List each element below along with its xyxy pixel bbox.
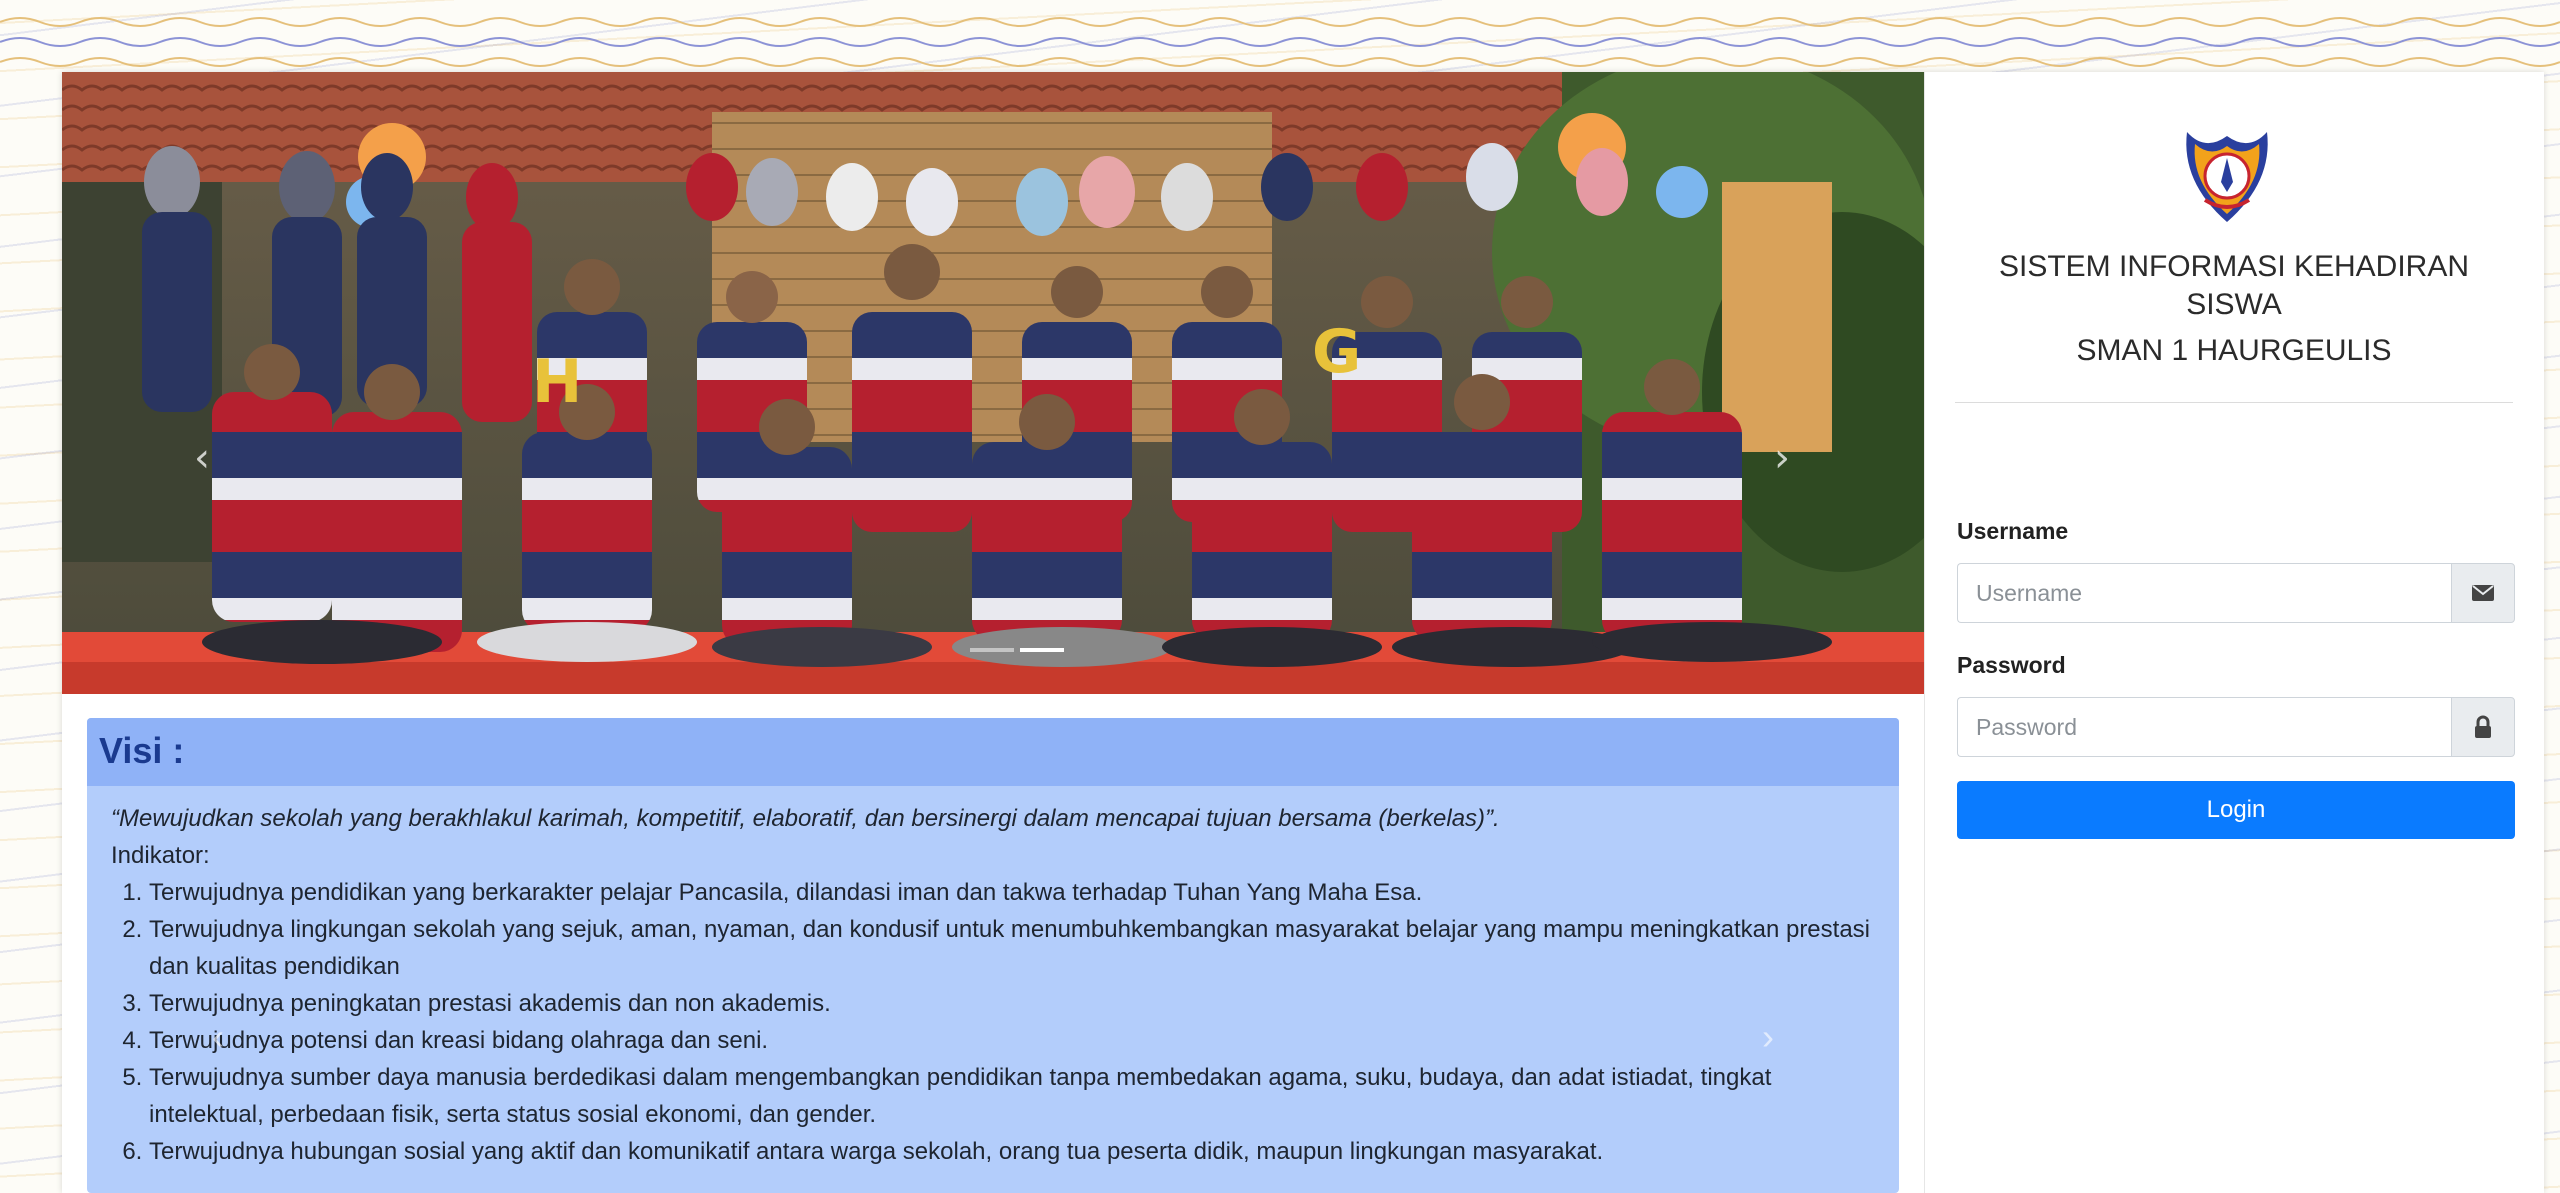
lock-icon: [2451, 697, 2515, 757]
list-item: Terwujudnya hubungan sosial yang aktif d…: [149, 1133, 1875, 1170]
carousel-indicator-active[interactable]: [1020, 648, 1064, 652]
visi-title: Visi :: [87, 718, 1899, 786]
password-input[interactable]: [1957, 697, 2451, 757]
envelope-icon: [2451, 563, 2515, 623]
main-container: H G ‹ › Visi : “Mewujudkan sekolah yang …: [62, 72, 2544, 1193]
username-input[interactable]: [1957, 563, 2451, 623]
school-name: SMAN 1 HAURGEULIS: [2076, 334, 2392, 367]
visi-quote: “Mewujudkan sekolah yang berakhlakul kar…: [111, 805, 1500, 832]
list-item: Terwujudnya pendidikan yang berkarakter …: [149, 874, 1875, 911]
carousel-indicator[interactable]: [970, 648, 1014, 652]
carousel-next-button[interactable]: ›: [1762, 428, 1802, 488]
login-panel: SISTEM INFORMASI KEHADIRAN SISWA SMAN 1 …: [1924, 72, 2544, 1193]
username-label: Username: [1957, 518, 2069, 544]
list-item: Terwujudnya lingkungan sekolah yang seju…: [149, 911, 1875, 985]
app-title: SISTEM INFORMASI KEHADIRAN SISWA: [1998, 250, 2470, 321]
svg-text:G: G: [1312, 317, 1361, 387]
ghost-chevron-left-icon[interactable]: ‹: [212, 1016, 224, 1058]
visi-body: “Mewujudkan sekolah yang berakhlakul kar…: [87, 786, 1899, 1170]
chevron-left-icon: ‹: [194, 435, 210, 481]
chevron-right-icon: ›: [1774, 435, 1790, 481]
password-group: [1957, 697, 2515, 757]
login-button[interactable]: Login: [1957, 781, 2515, 839]
indicator-list: Terwujudnya pendidikan yang berkarakter …: [111, 874, 1875, 1170]
carousel-indicators: [970, 648, 1064, 652]
password-label: Password: [1957, 652, 2066, 678]
decorative-wave-border: [0, 17, 2560, 67]
divider: [1955, 402, 2513, 403]
visi-section: Visi : “Mewujudkan sekolah yang berakhla…: [87, 718, 1899, 1193]
list-item: Terwujudnya potensi dan kreasi bidang ol…: [149, 1022, 1875, 1059]
photo-carousel[interactable]: H G ‹ ›: [62, 72, 1924, 694]
list-item: Terwujudnya sumber daya manusia berdedik…: [149, 1059, 1875, 1133]
school-logo: [2186, 132, 2268, 222]
content-column: H G ‹ › Visi : “Mewujudkan sekolah yang …: [62, 72, 1924, 1193]
indicator-label: Indikator:: [111, 842, 210, 869]
list-item: Terwujudnya peningkatan prestasi akademi…: [149, 985, 1875, 1022]
ghost-chevron-right-icon[interactable]: ›: [1762, 1016, 1774, 1058]
username-group: [1957, 563, 2515, 623]
group-photo: H G: [62, 72, 1924, 694]
carousel-prev-button[interactable]: ‹: [182, 428, 222, 488]
svg-text:H: H: [532, 347, 582, 417]
